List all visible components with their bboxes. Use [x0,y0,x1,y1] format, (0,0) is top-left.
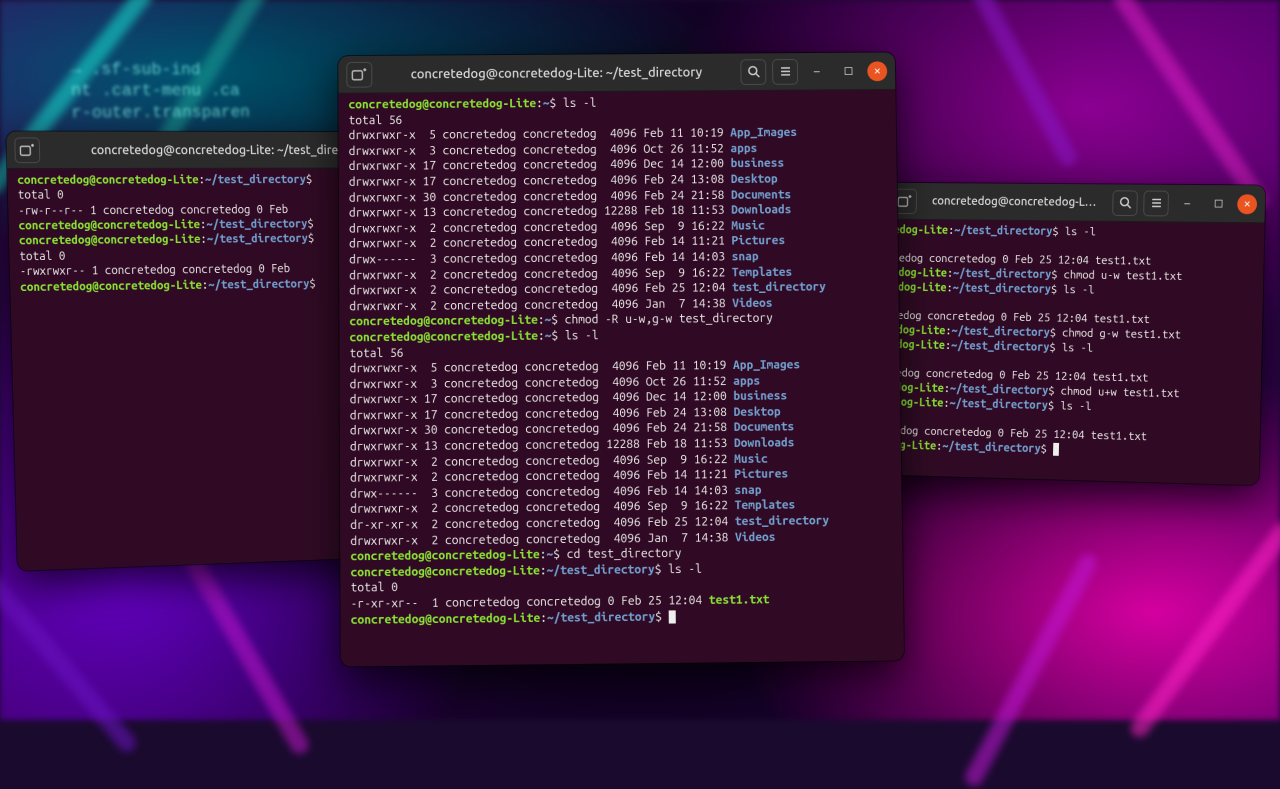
new-tab-button[interactable] [14,137,40,163]
minimize-button[interactable]: − [1174,190,1200,216]
window-title: concretedog@concretedog-Lite: ~/test_dir… [382,65,730,81]
titlebar[interactable]: concretedog@concretedog-Lite: ~/test_dir… [885,183,1266,223]
new-tab-icon [351,67,367,81]
hamburger-icon [779,65,792,78]
hamburger-icon [1150,196,1163,209]
search-button[interactable] [740,59,766,85]
maximize-button[interactable]: □ [1206,191,1232,217]
menu-button[interactable] [1143,190,1169,216]
search-button[interactable] [1112,190,1138,216]
search-icon [1119,196,1132,209]
search-icon [747,65,760,78]
close-button[interactable]: ✕ [867,61,887,81]
terminal-body[interactable]: concretedog@concretedog-Lite:~$ ls -l to… [338,90,903,638]
new-tab-icon [19,143,35,157]
window-title: concretedog@concretedog-Lite: ~/test_dir… [926,195,1103,209]
terminal-body[interactable]: edog-Lite:~/test_directory$ ls -l tedog … [878,220,1265,473]
new-tab-icon [897,194,912,208]
maximize-button[interactable]: □ [835,58,861,84]
titlebar[interactable]: concretedog@concretedog-Lite: ~/test_dir… [338,52,895,93]
close-button[interactable]: ✕ [1237,194,1257,214]
background-code-text: → .sf-sub-ind nt .cart-menu .ca r-outer.… [71,60,251,125]
minimize-button[interactable]: − [804,58,830,84]
menu-button[interactable] [772,59,798,85]
terminal-window-center[interactable]: concretedog@concretedog-Lite: ~/test_dir… [338,52,904,666]
new-tab-button[interactable] [346,61,372,87]
terminal-window-right[interactable]: concretedog@concretedog-Lite: ~/test_dir… [877,183,1265,485]
